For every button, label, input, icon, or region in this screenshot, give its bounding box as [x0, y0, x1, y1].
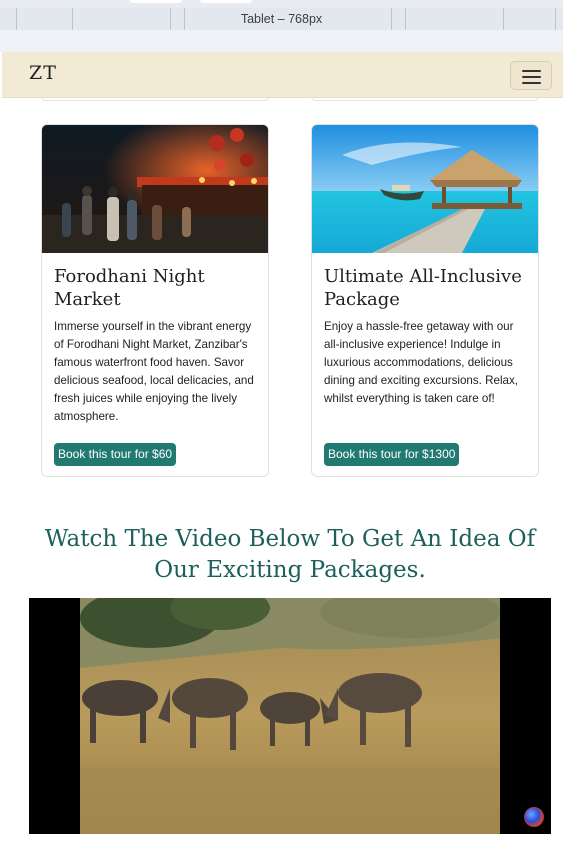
tour-card-all-inclusive: Ultimate All-Inclusive Package Enjoy a h…: [311, 124, 539, 477]
video-section-heading: Watch The Video Below To Get An Idea Of …: [44, 526, 536, 583]
book-tour-button[interactable]: Book this tour for $1300: [324, 443, 460, 466]
devtools-device-ruler: Tablet – 768px: [0, 0, 563, 52]
tour-description: Immerse yourself in the vibrant energy o…: [54, 320, 254, 423]
channel-avatar-icon[interactable]: [524, 807, 544, 827]
devtools-size-presets[interactable]: [0, 0, 563, 8]
tour-title: Forodhani Night Market: [54, 266, 205, 310]
book-tour-button[interactable]: Book this tour for $60: [54, 443, 177, 466]
wildebeest-savanna-video: [80, 598, 500, 834]
tour-description: Enjoy a hassle-free getaway with our all…: [324, 320, 518, 405]
previous-card-edge: [311, 97, 539, 101]
beach-pier-photo: [312, 125, 538, 253]
devtools-device-label: Tablet – 768px: [240, 12, 323, 26]
navbar: ZT: [2, 52, 563, 98]
brand-logo[interactable]: ZT: [29, 62, 57, 84]
tour-card-forodhani: Forodhani Night Market Immerse yourself …: [41, 124, 269, 477]
tour-title: Ultimate All-Inclusive Package: [324, 266, 522, 310]
previous-card-edge: [41, 97, 269, 101]
devtools-ruler-gutter: [0, 30, 563, 52]
night-market-photo: [42, 125, 268, 253]
video-player[interactable]: [29, 598, 551, 834]
navbar-toggler-button[interactable]: [510, 61, 552, 90]
